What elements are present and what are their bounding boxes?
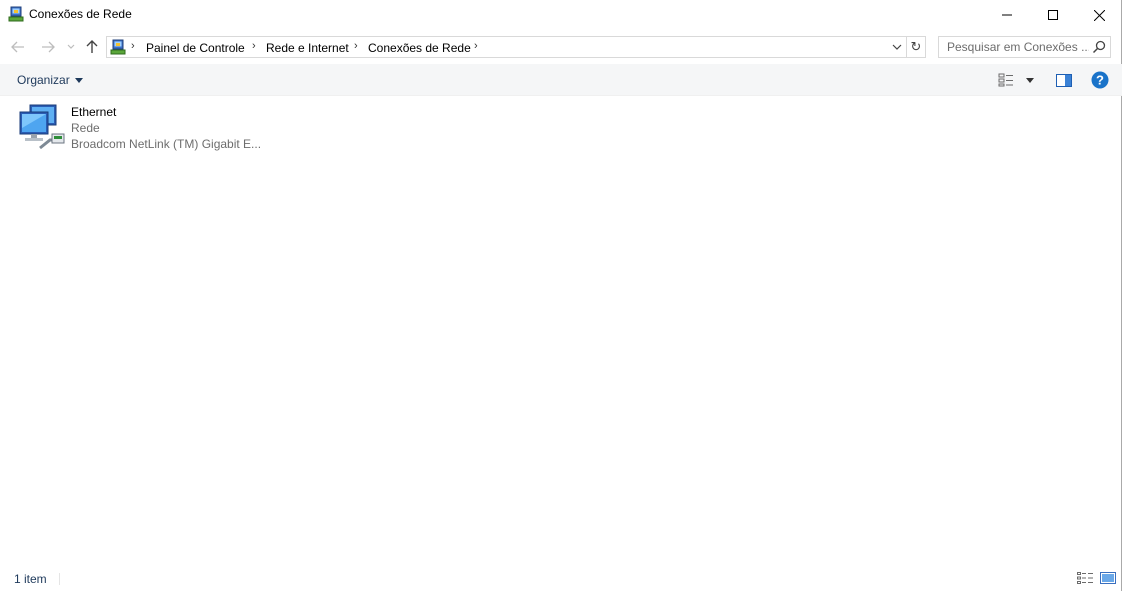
breadcrumb-rede-e-internet[interactable]: Rede e Internet xyxy=(266,41,349,55)
chevron-down-icon xyxy=(892,44,902,50)
close-button[interactable] xyxy=(1076,0,1122,30)
breadcrumb-conexoes-de-rede[interactable]: Conexões de Rede xyxy=(368,41,471,55)
recent-locations-button[interactable] xyxy=(64,34,78,60)
window-title: Conexões de Rede xyxy=(29,7,132,21)
up-button[interactable] xyxy=(82,34,102,60)
minimize-icon xyxy=(1002,14,1012,16)
list-item-ethernet[interactable]: Ethernet Rede Broadcom NetLink (TM) Giga… xyxy=(14,102,264,154)
refresh-icon: ↻ xyxy=(910,39,922,54)
breadcrumb-separator[interactable]: › xyxy=(131,40,135,52)
navigation-bar: › Painel de Controle › Rede e Internet ›… xyxy=(0,34,1122,60)
maximize-icon xyxy=(1048,10,1058,20)
item-status: Rede xyxy=(71,121,100,135)
status-divider xyxy=(59,573,60,585)
breadcrumb-painel-de-controle[interactable]: Painel de Controle xyxy=(146,41,245,55)
details-view-icon xyxy=(1077,572,1093,584)
arrow-left-icon xyxy=(11,41,24,53)
chevron-down-icon xyxy=(67,44,75,49)
search-icon[interactable] xyxy=(1092,40,1106,54)
search-input[interactable] xyxy=(939,37,1089,57)
breadcrumb-separator[interactable]: › xyxy=(354,40,358,52)
address-bar[interactable]: › Painel de Controle › Rede e Internet ›… xyxy=(106,36,926,58)
large-icons-view-icon xyxy=(1100,572,1116,584)
help-button[interactable]: ? xyxy=(1090,71,1110,89)
caret-down-icon xyxy=(1026,77,1034,83)
large-icons-view-button[interactable] xyxy=(1100,571,1116,585)
preview-pane-icon xyxy=(1056,73,1072,87)
help-icon: ? xyxy=(1091,71,1109,89)
control-panel-icon xyxy=(110,39,126,55)
title-bar: Conexões de Rede xyxy=(0,0,1122,30)
minimize-button[interactable] xyxy=(984,0,1030,30)
breadcrumb-separator[interactable]: › xyxy=(474,40,478,52)
item-device: Broadcom NetLink (TM) Gigabit E... xyxy=(71,137,262,151)
command-bar: Organizar ? xyxy=(0,64,1122,96)
caret-down-icon xyxy=(74,77,83,83)
address-history-button[interactable] xyxy=(888,37,906,57)
forward-button[interactable] xyxy=(38,34,58,60)
close-icon xyxy=(1093,9,1105,21)
view-options-icon xyxy=(998,73,1013,87)
details-view-button[interactable] xyxy=(1077,571,1093,585)
preview-pane-button[interactable] xyxy=(1054,71,1074,89)
change-view-button[interactable] xyxy=(998,71,1040,89)
status-bar: 1 item xyxy=(0,568,1122,591)
organize-button[interactable]: Organizar xyxy=(11,71,89,89)
refresh-button[interactable]: ↻ xyxy=(907,37,925,57)
explorer-window: Conexões de Rede › Painel de Controle › … xyxy=(0,0,1122,591)
item-count: 1 item xyxy=(14,572,47,586)
item-name: Ethernet xyxy=(71,105,117,119)
network-connections-icon xyxy=(8,6,24,22)
arrow-right-icon xyxy=(42,41,55,53)
file-list: Ethernet Rede Broadcom NetLink (TM) Giga… xyxy=(0,96,1122,564)
network-adapter-icon xyxy=(16,104,66,152)
back-button[interactable] xyxy=(8,34,28,60)
svg-text:?: ? xyxy=(1096,73,1104,88)
arrow-up-icon xyxy=(86,40,98,53)
maximize-button[interactable] xyxy=(1030,0,1076,30)
breadcrumb-separator[interactable]: › xyxy=(252,40,256,52)
search-box[interactable] xyxy=(938,36,1111,58)
organize-label: Organizar xyxy=(17,73,70,87)
